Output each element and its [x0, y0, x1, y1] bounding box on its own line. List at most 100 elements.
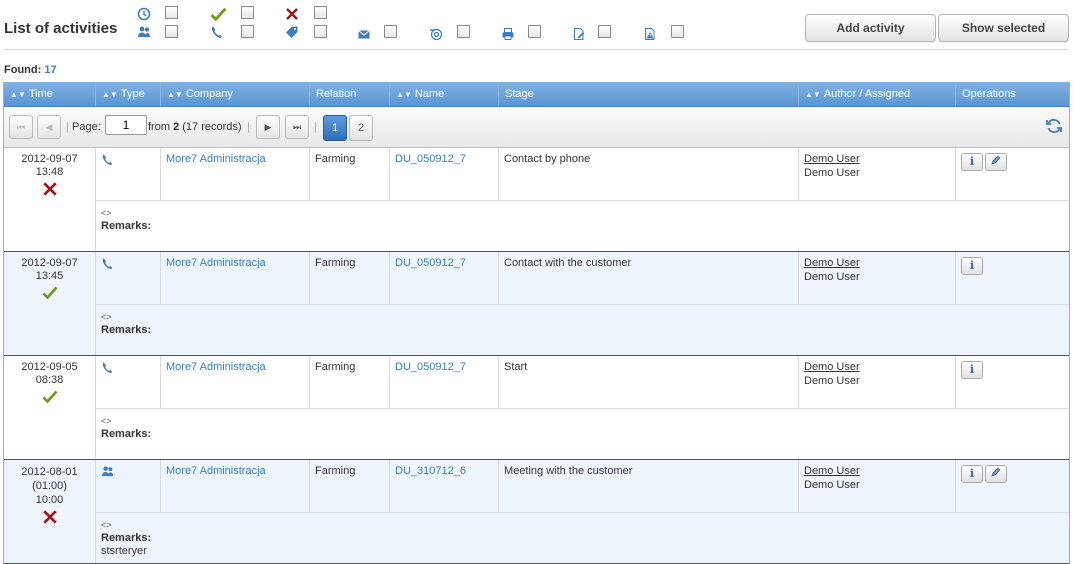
show-selected-button[interactable]: Show selected	[938, 14, 1069, 42]
type-cell	[96, 148, 161, 200]
edit-button[interactable]	[985, 465, 1007, 483]
remarks-label: Remarks:	[101, 428, 152, 440]
time-cell: 2012-09-07 13:45	[4, 252, 96, 355]
author-cell: Demo User Demo User	[799, 356, 956, 408]
refresh-icon[interactable]	[1045, 117, 1063, 135]
company-link[interactable]: More7 Administracja	[161, 148, 310, 200]
remarks-prefix: <>	[101, 520, 112, 530]
filter-cancelled-checkbox[interactable]	[314, 6, 327, 19]
filter-phone-checkbox[interactable]	[241, 25, 254, 38]
filter-meeting-checkbox[interactable]	[165, 25, 178, 38]
activity-time: 13:48	[35, 166, 64, 178]
time-cell: 2012-09-05 08:38	[4, 356, 96, 459]
records-text: (17 records)	[182, 121, 242, 133]
author-cell: Demo User Demo User	[799, 460, 956, 512]
page-1-button[interactable]: 1	[323, 115, 347, 141]
stage-cell: Start	[499, 356, 799, 408]
column-label: Company	[185, 88, 233, 100]
remarks: <> Remarks:	[96, 408, 1069, 459]
column-header-type[interactable]: ▲▼ Type	[96, 82, 161, 106]
relation-cell: Farming	[310, 148, 390, 200]
activity-row: 2012-09-07 13:48 More7 Administracja Far…	[4, 148, 1069, 252]
column-header-company[interactable]: ▲▼ Company	[161, 82, 310, 106]
info-icon: i	[969, 363, 975, 376]
info-button[interactable]: i	[961, 153, 983, 171]
phone-icon	[102, 258, 113, 269]
grid-header: ▲▼ Time ▲▼ Type ▲▼ Company Relation ▲▼ Name …	[4, 82, 1069, 107]
total-pages: 2	[173, 121, 180, 133]
info-icon: i	[969, 467, 975, 480]
pencil-icon	[991, 467, 1001, 477]
x-icon	[286, 8, 298, 20]
operations-cell: i	[956, 252, 1069, 304]
operations-cell: i	[956, 148, 1069, 200]
assigned-user: Demo User	[804, 167, 860, 179]
activity-duration: (01:00)	[32, 480, 67, 492]
info-icon: i	[969, 155, 975, 168]
add-activity-button[interactable]: Add activity	[805, 14, 936, 42]
first-page-button[interactable]: ⏮	[9, 115, 33, 139]
column-header-time[interactable]: ▲▼ Time	[4, 82, 96, 106]
activity-date: 2012-09-05	[21, 361, 78, 373]
author-link[interactable]: Demo User	[804, 153, 860, 165]
author-link[interactable]: Demo User	[804, 465, 860, 477]
author-link[interactable]: Demo User	[804, 361, 860, 373]
stage-cell: Contact with the customer	[499, 252, 799, 304]
filter-document-checkbox[interactable]	[598, 25, 611, 38]
remarks: <> Remarks:	[96, 304, 1069, 355]
filter-email-checkbox[interactable]	[384, 25, 397, 38]
company-link[interactable]: More7 Administracja	[161, 252, 310, 304]
tag-icon	[286, 26, 298, 38]
activity-time: 13:45	[35, 270, 64, 282]
sort-icon: ▲▼	[167, 90, 183, 99]
filter-print-checkbox[interactable]	[528, 25, 541, 38]
name-link[interactable]: DU_050912_7	[390, 356, 499, 408]
prev-page-button[interactable]: ◀	[37, 115, 61, 139]
next-page-button[interactable]: ▶	[256, 115, 280, 139]
remarks-text: stsrteryer	[101, 545, 147, 557]
from-text: from	[148, 121, 170, 133]
info-button[interactable]: i	[961, 361, 983, 379]
phone-icon	[102, 154, 113, 165]
filter-warning-checkbox[interactable]	[671, 25, 684, 38]
last-page-button[interactable]: ⏭	[285, 115, 309, 139]
check-icon	[210, 7, 227, 22]
activities-grid: ▲▼ Time ▲▼ Type ▲▼ Company Relation ▲▼ Name …	[3, 82, 1070, 564]
filter-done-checkbox[interactable]	[241, 6, 254, 19]
meeting-icon	[138, 26, 150, 37]
info-button[interactable]: i	[961, 465, 983, 483]
name-link[interactable]: DU_310712_6	[390, 460, 499, 512]
page-2-button[interactable]: 2	[349, 115, 373, 141]
column-label: Author / Assigned	[823, 88, 911, 100]
column-header-stage: Stage	[499, 82, 799, 106]
filter-clock-checkbox[interactable]	[165, 6, 178, 19]
remarks-prefix: <>	[101, 312, 112, 322]
column-header-name[interactable]: ▲▼ Name	[390, 82, 499, 106]
author-cell: Demo User Demo User	[799, 252, 956, 304]
filter-tag-checkbox[interactable]	[314, 25, 327, 38]
name-link[interactable]: DU_050912_7	[390, 252, 499, 304]
author-link[interactable]: Demo User	[804, 257, 860, 269]
activity-time: 10:00	[35, 494, 64, 506]
type-cell	[96, 356, 161, 408]
phone-icon	[102, 362, 113, 373]
relation-cell: Farming	[310, 252, 390, 304]
company-link[interactable]: More7 Administracja	[161, 460, 310, 512]
divider	[4, 49, 1068, 50]
info-button[interactable]: i	[961, 257, 983, 275]
activity-time: 08:38	[35, 374, 64, 386]
name-link[interactable]: DU_050912_7	[390, 148, 499, 200]
filter-online-checkbox[interactable]	[457, 25, 470, 38]
column-header-relation: Relation	[310, 82, 390, 106]
activity-row: 2012-09-07 13:45 More7 Administracja Far…	[4, 252, 1069, 356]
edit-button[interactable]	[985, 153, 1007, 171]
document-warning-icon	[645, 28, 655, 40]
phone-icon	[211, 26, 223, 38]
remarks-prefix: <>	[101, 208, 112, 218]
remarks-label: Remarks:	[101, 324, 152, 336]
column-header-author[interactable]: ▲▼ Author / Assigned	[799, 82, 956, 106]
pager-separator: |	[66, 121, 69, 133]
type-cell	[96, 252, 161, 304]
page-input[interactable]	[105, 115, 147, 135]
company-link[interactable]: More7 Administracja	[161, 356, 310, 408]
